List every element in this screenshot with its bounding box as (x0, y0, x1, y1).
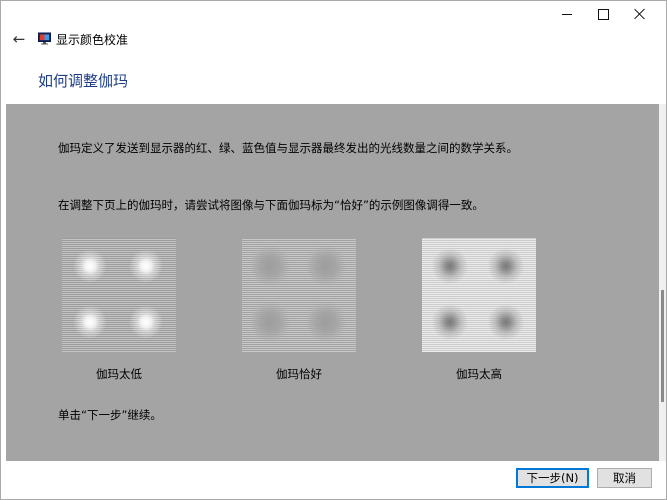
close-icon (634, 8, 646, 20)
continue-instruction-text: 单击“下一步”继续。 (58, 408, 162, 422)
sample-label-too-high: 伽玛太高 (456, 367, 502, 381)
scrollbar-thumb[interactable] (661, 290, 664, 402)
gamma-too-high-sample (422, 238, 536, 352)
sample-label-too-low: 伽玛太低 (96, 367, 142, 381)
vertical-scrollbar[interactable] (659, 104, 666, 461)
monitor-icon (38, 32, 51, 45)
gamma-instruction-text: 在调整下页上的伽玛时，请尝试将图像与下面伽玛标为“恰好”的示例图像调得一致。 (58, 198, 484, 212)
cancel-button[interactable]: 取消 (597, 468, 652, 488)
gamma-just-right-sample (242, 238, 356, 352)
sample-label-just-right: 伽玛恰好 (276, 367, 322, 381)
minimize-button[interactable] (548, 1, 586, 27)
maximize-button[interactable] (584, 1, 622, 27)
maximize-icon (597, 8, 609, 20)
back-button[interactable]: ← (9, 29, 29, 49)
back-arrow-icon: ← (12, 29, 26, 48)
page-title: 如何调整伽玛 (38, 72, 129, 90)
window-title: 显示颜色校准 (56, 33, 129, 47)
next-button[interactable]: 下一步(N) (516, 468, 589, 488)
content-area: 伽玛定义了发送到显示器的红、绿、蓝色值与显示器最终发出的光线数量之间的数学关系。… (6, 104, 659, 461)
close-button[interactable] (621, 1, 659, 27)
gamma-too-low-sample (62, 238, 176, 352)
gamma-definition-text: 伽玛定义了发送到显示器的红、绿、蓝色值与显示器最终发出的光线数量之间的数学关系。 (58, 141, 518, 155)
minimize-icon (562, 13, 572, 15)
calibration-window: ← 显示颜色校准 如何调整伽玛 伽玛定义了发送到显示器的红、绿、蓝色值与显示器最… (0, 0, 667, 500)
